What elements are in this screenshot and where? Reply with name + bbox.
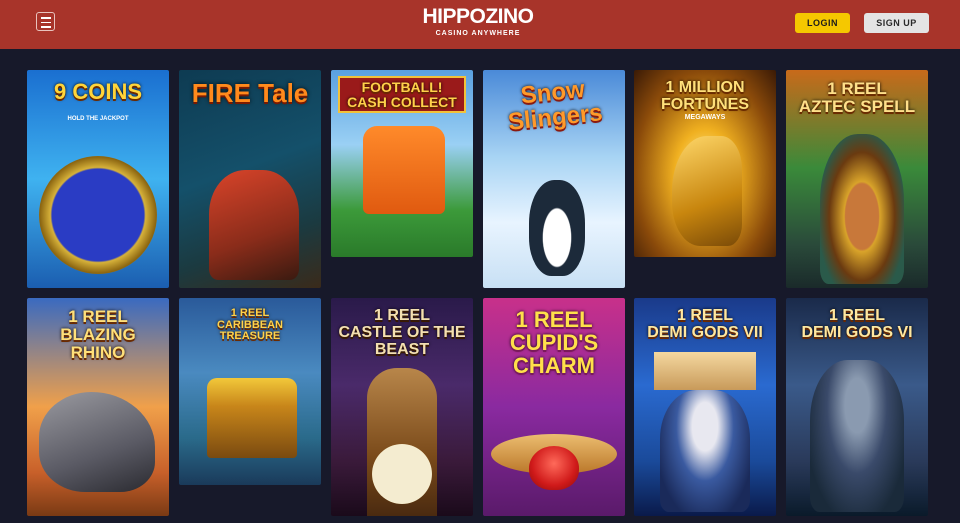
game-tile-1-reel-caribbean-treasure[interactable]: 1 REEL CARIBBEAN TREASURE [179, 298, 321, 485]
game-title: 1 REEL DEMI GODS VI [801, 307, 913, 341]
game-tile-1-reel-castle-of-the-beast[interactable]: 1 REEL CASTLE OF THE BEAST [331, 298, 473, 516]
game-tile-1-reel-demi-gods-vi[interactable]: 1 REEL DEMI GODS VI [786, 298, 928, 516]
game-tile-1-reel-cupids-charm[interactable]: 1 REEL CUPID'S CHARM [483, 298, 625, 516]
game-title: FOOTBALL! CASH COLLECT [338, 76, 466, 114]
rhino-art [39, 392, 155, 492]
game-title: 1 REEL CASTLE OF THE BEAST [338, 307, 466, 358]
aztec-woman-art [820, 134, 904, 284]
signup-button[interactable]: SIGN UP [864, 13, 929, 33]
treasure-chest-art [207, 378, 297, 458]
game-grid: 9 COINS HOLD THE JACKPOT FIRE Tale FOOTB… [0, 49, 960, 523]
logo-text: HIPPOZINO [422, 5, 534, 28]
game-title: FIRE Tale [191, 78, 309, 108]
game-subtitle: HOLD THE JACKPOT [67, 116, 129, 122]
coin-art [39, 156, 157, 274]
game-title: Snow Slingers [506, 75, 604, 136]
game-tile-snow-slingers[interactable]: Snow Slingers [483, 70, 625, 288]
warrior-god-art [810, 360, 904, 512]
login-button[interactable]: LOGIN [795, 13, 850, 33]
site-logo[interactable]: HIPPOZINO CASINO ANYWHERE [419, 5, 537, 39]
game-title: 1 REEL AZTEC SPELL [798, 79, 916, 116]
game-tile-fire-tale[interactable]: FIRE Tale [179, 70, 321, 288]
logo-tagline: CASINO ANYWHERE [435, 30, 521, 37]
dragon-art [672, 136, 742, 246]
penguin-art [529, 180, 585, 276]
game-title: 1 REEL BLAZING RHINO [60, 307, 136, 362]
game-title: 1 MILLION FORTUNES [661, 79, 749, 113]
hamburger-menu-icon[interactable] [36, 12, 55, 31]
clock-face-icon [372, 444, 432, 504]
temple-art [654, 352, 756, 390]
game-subtitle: MEGAWAYS [684, 114, 726, 121]
game-tile-1-reel-aztec-spell[interactable]: 1 REEL AZTEC SPELL [786, 70, 928, 288]
game-tile-1-reel-demi-gods-vii[interactable]: 1 REEL DEMI GODS VII [634, 298, 776, 516]
zeus-art [660, 390, 750, 512]
game-title: 1 REEL CARIBBEAN TREASURE [217, 307, 283, 343]
game-title: 1 REEL DEMI GODS VII [647, 307, 763, 341]
jersey-art [363, 126, 445, 214]
warrior-art [209, 170, 299, 280]
game-title: 9 COINS [53, 79, 143, 104]
site-header: HIPPOZINO CASINO ANYWHERE LOGIN SIGN UP [0, 0, 960, 49]
game-tile-football-cash-collect[interactable]: FOOTBALL! CASH COLLECT [331, 70, 473, 257]
game-tile-1-reel-blazing-rhino[interactable]: 1 REEL BLAZING RHINO [27, 298, 169, 516]
game-tile-1-million-fortunes[interactable]: 1 MILLION FORTUNES MEGAWAYS [634, 70, 776, 257]
game-title: 1 REEL CUPID'S CHARM [509, 307, 599, 379]
heart-overlay-icon [529, 446, 579, 490]
game-tile-9-coins[interactable]: 9 COINS HOLD THE JACKPOT [27, 70, 169, 288]
